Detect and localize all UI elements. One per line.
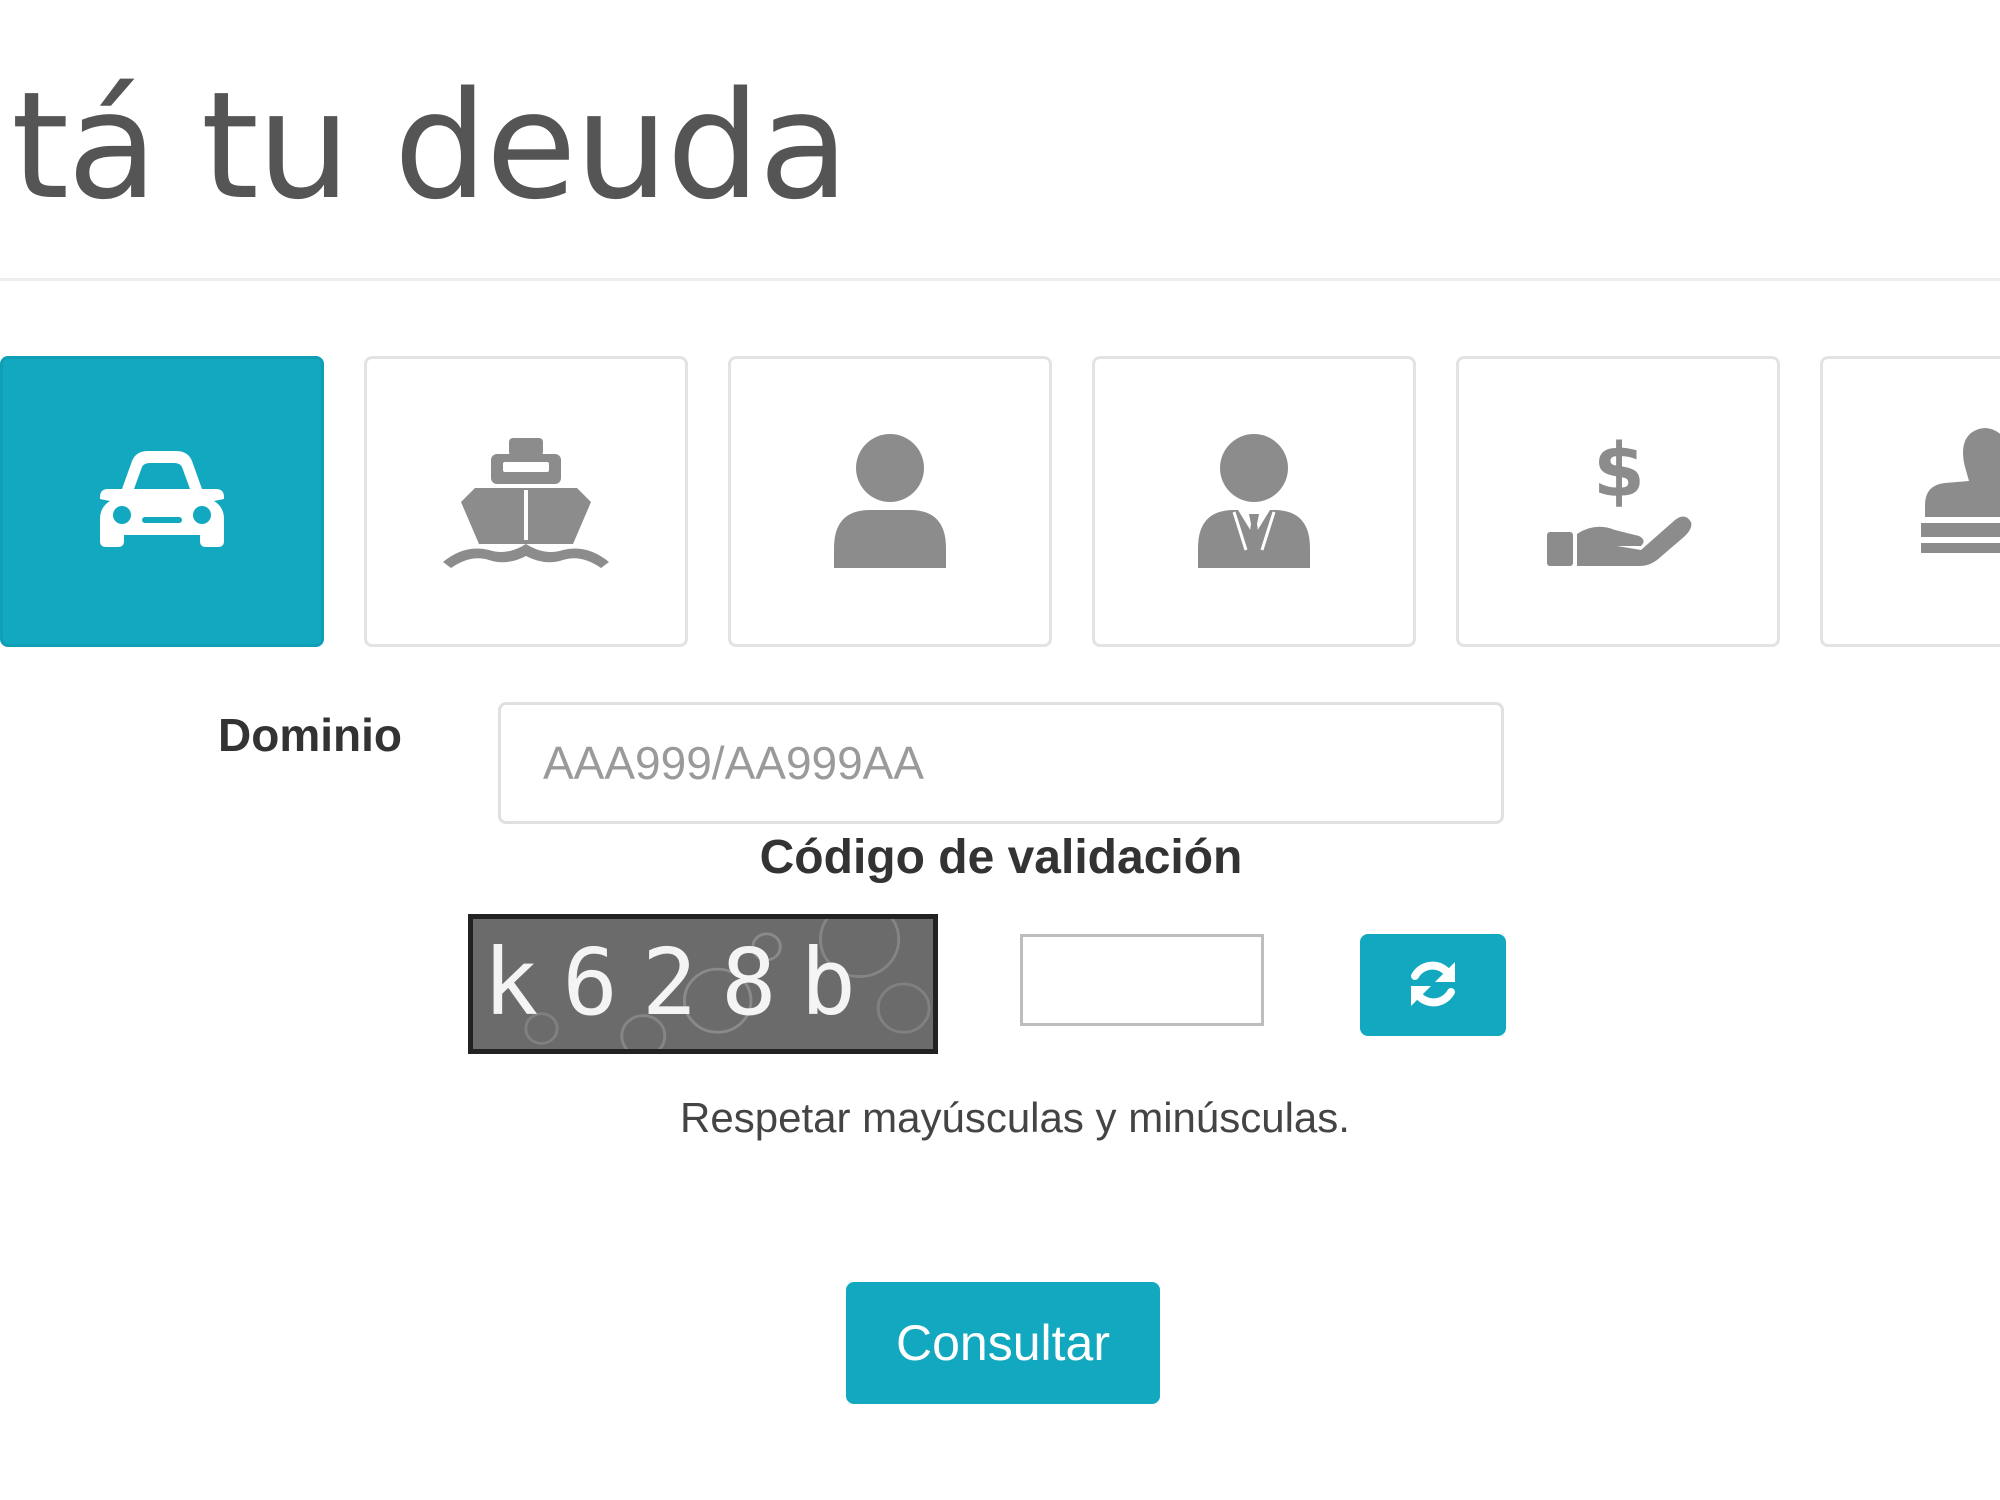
- tab-ingresos-brutos[interactable]: $: [1456, 356, 1780, 647]
- page: ltá tu deuda $ Dominio AAA999/AA999AA Có…: [0, 0, 2000, 1500]
- captcha-input[interactable]: [1020, 934, 1264, 1026]
- tab-embarcaciones[interactable]: [364, 356, 688, 647]
- category-tabs: $: [0, 356, 2000, 651]
- dominio-input[interactable]: [498, 702, 1504, 824]
- hand-money-icon: $: [1543, 432, 1693, 572]
- refresh-icon: [1403, 954, 1463, 1017]
- person-icon: [830, 432, 950, 572]
- captcha-image: k628b: [468, 914, 938, 1054]
- case-sensitive-hint: Respetar mayúsculas y minúsculas.: [680, 1094, 1350, 1141]
- car-icon: [92, 447, 232, 557]
- refresh-captcha-button[interactable]: [1360, 934, 1506, 1036]
- tab-profesional[interactable]: [1092, 356, 1416, 647]
- svg-text:$: $: [1593, 432, 1645, 514]
- captcha-text: k628b: [483, 929, 880, 1036]
- dominio-label: Dominio: [218, 709, 402, 761]
- businessman-icon: [1194, 432, 1314, 572]
- tab-persona[interactable]: [728, 356, 1052, 647]
- stamp-icon: [1915, 423, 2000, 563]
- title-divider: [0, 278, 2000, 281]
- page-title: ltá tu deuda: [0, 60, 849, 232]
- tab-sellos[interactable]: [1820, 356, 2000, 647]
- tab-automotor[interactable]: [0, 356, 324, 647]
- ship-icon: [441, 432, 611, 572]
- consultar-button[interactable]: Consultar: [846, 1282, 1160, 1404]
- validation-code-label: Código de validación: [759, 831, 1243, 884]
